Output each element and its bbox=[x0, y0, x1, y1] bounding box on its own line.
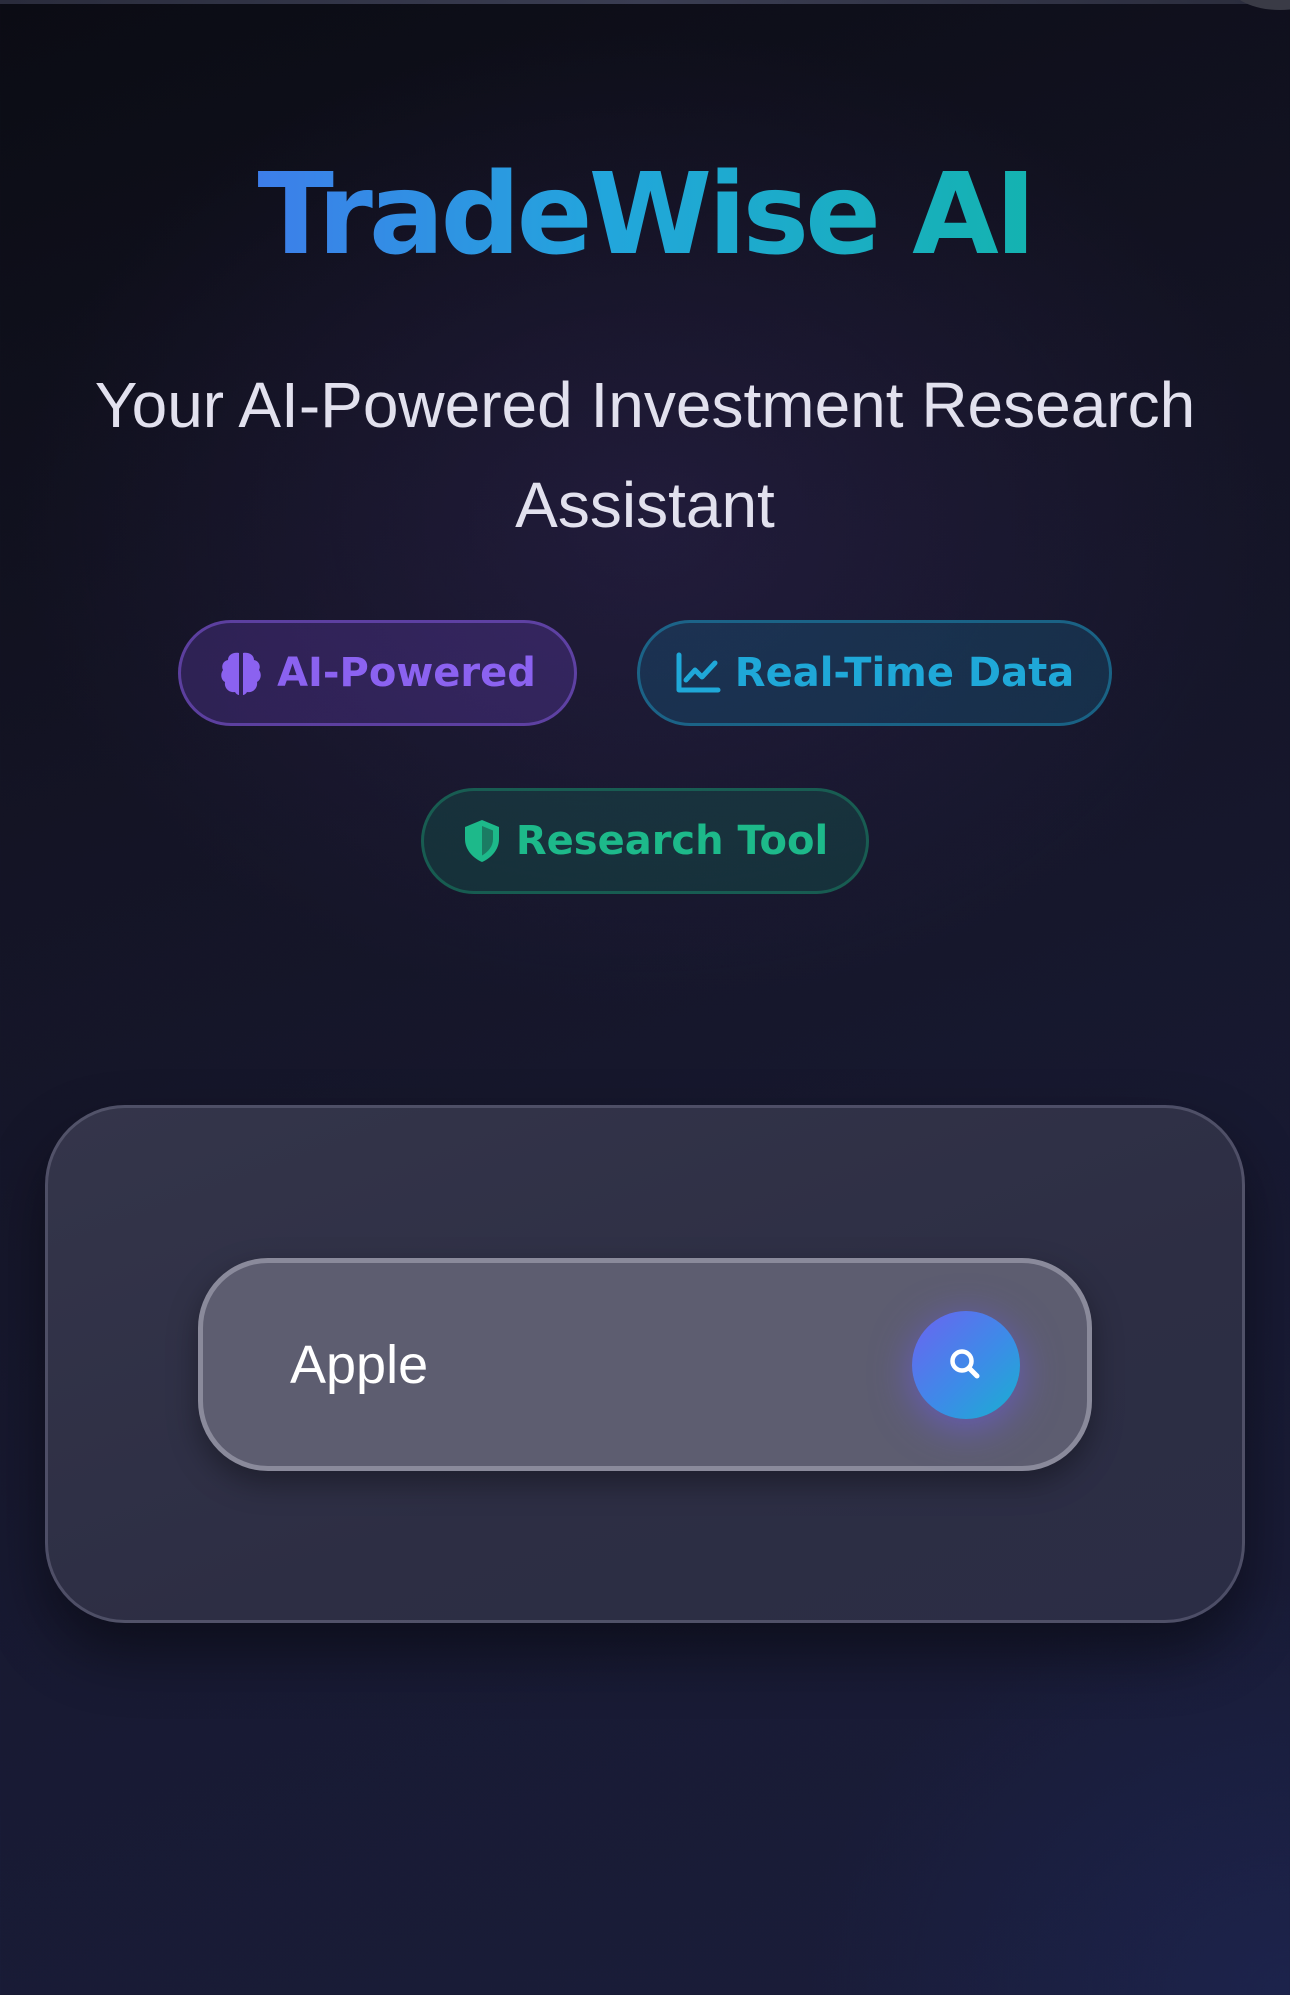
top-edge bbox=[0, 0, 1290, 4]
badge-ai-powered: AI-Powered bbox=[178, 620, 577, 726]
badge-real-time-data-label: Real-Time Data bbox=[734, 650, 1075, 696]
badge-ai-powered-label: AI-Powered bbox=[277, 650, 536, 696]
badge-real-time-data: Real-Time Data bbox=[637, 620, 1112, 726]
badge-research-tool: Research Tool bbox=[421, 788, 869, 894]
app-title: TradeWise AI bbox=[0, 150, 1290, 280]
app-subtitle: Your AI-Powered Investment Research Assi… bbox=[94, 369, 1196, 541]
chart-line-icon bbox=[675, 652, 721, 694]
app-title-text: TradeWise AI bbox=[257, 150, 1037, 280]
shield-icon bbox=[462, 818, 502, 864]
search-button[interactable] bbox=[912, 1311, 1020, 1419]
badge-research-tool-label: Research Tool bbox=[515, 818, 829, 864]
brain-icon bbox=[219, 649, 263, 697]
search-icon bbox=[946, 1345, 986, 1385]
search-input[interactable] bbox=[290, 1325, 850, 1405]
